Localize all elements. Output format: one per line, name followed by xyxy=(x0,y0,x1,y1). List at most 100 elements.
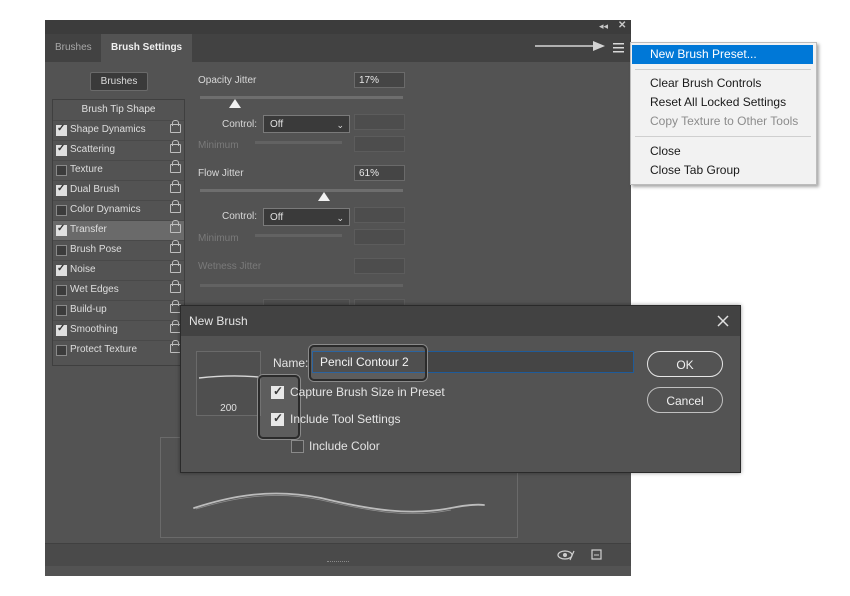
name-input-value: Pencil Contour 2 xyxy=(320,355,409,369)
list-item-label: Noise xyxy=(70,264,96,275)
lock-icon[interactable] xyxy=(170,180,181,193)
control-select-1[interactable]: Off ⌄ xyxy=(263,115,350,133)
minimum-label-2: Minimum xyxy=(198,233,239,244)
arrow-annotation-icon xyxy=(535,41,605,51)
name-label: Name: xyxy=(273,356,309,370)
lock-icon[interactable] xyxy=(170,280,181,293)
include-color-checkbox[interactable] xyxy=(291,440,304,453)
menu-item-new-brush-preset[interactable]: New Brush Preset... xyxy=(632,45,813,64)
dialog-title-bar: New Brush xyxy=(181,306,740,336)
panel-menu-icon[interactable] xyxy=(613,43,624,53)
list-item-label: Smoothing xyxy=(70,324,118,335)
list-item-checkbox[interactable] xyxy=(56,305,67,316)
close-icon[interactable] xyxy=(717,315,729,327)
panel-collapse-icon[interactable]: ◂◂ xyxy=(599,21,608,32)
flow-jitter-field[interactable]: 61% xyxy=(354,165,405,181)
brush-tip-shape-item[interactable]: Brush Tip Shape xyxy=(53,100,184,120)
list-item-checkbox[interactable] xyxy=(56,323,67,336)
flow-jitter-slider[interactable] xyxy=(200,189,403,192)
list-item-checkbox[interactable] xyxy=(56,205,67,216)
new-brush-dialog: New Brush 200 Name: Pencil Contour 2 Cap… xyxy=(180,305,741,473)
list-item-checkbox[interactable] xyxy=(56,345,67,356)
flow-jitter-label: Flow Jitter xyxy=(198,168,244,179)
list-item-checkbox[interactable] xyxy=(56,223,67,236)
control-select-2-value: Off xyxy=(270,212,284,223)
list-item[interactable]: Scattering xyxy=(53,140,184,160)
list-item-label: Build-up xyxy=(70,304,107,315)
list-item[interactable]: Transfer xyxy=(53,220,184,240)
opacity-jitter-thumb[interactable] xyxy=(228,99,241,108)
list-item-label: Dual Brush xyxy=(70,184,120,195)
tab-brush-settings[interactable]: Brush Settings xyxy=(101,34,193,62)
list-item-checkbox[interactable] xyxy=(56,123,67,136)
list-item[interactable]: Brush Pose xyxy=(53,240,184,260)
wetness-jitter-label: Wetness Jitter xyxy=(198,261,262,272)
list-item[interactable]: Noise xyxy=(53,260,184,280)
panel-close-icon[interactable]: ✕ xyxy=(618,20,626,31)
wetness-jitter-slider xyxy=(200,284,403,287)
list-item[interactable]: Dual Brush xyxy=(53,180,184,200)
ok-button[interactable]: OK xyxy=(647,351,723,377)
list-item-checkbox[interactable] xyxy=(56,245,67,256)
control-select-1-value: Off xyxy=(270,119,284,130)
tab-brushes[interactable]: Brushes xyxy=(45,34,102,62)
control-select-2[interactable]: Off ⌄ xyxy=(263,208,350,226)
brushes-button[interactable]: Brushes xyxy=(90,72,148,91)
include-tool-settings-checkbox[interactable] xyxy=(271,411,284,426)
list-item-checkbox[interactable] xyxy=(56,143,67,156)
list-item-checkbox[interactable] xyxy=(56,183,67,196)
capture-size-checkbox[interactable] xyxy=(271,384,284,399)
menu-item-copy-texture: Copy Texture to Other Tools xyxy=(650,114,799,128)
list-item[interactable]: Protect Texture xyxy=(53,340,184,360)
include-color-label: Include Color xyxy=(309,439,380,453)
brush-options-list: Brush Tip Shape Shape Dynamics Scattering… xyxy=(52,99,185,366)
opacity-jitter-label: Opacity Jitter xyxy=(198,75,257,86)
resize-grip[interactable] xyxy=(327,561,349,565)
lock-icon[interactable] xyxy=(170,240,181,253)
list-item[interactable]: Smoothing xyxy=(53,320,184,340)
list-item-checkbox[interactable] xyxy=(56,263,67,276)
list-item-label: Transfer xyxy=(70,224,107,235)
lock-icon[interactable] xyxy=(170,140,181,153)
list-item-checkbox[interactable] xyxy=(56,165,67,176)
flow-jitter-thumb[interactable] xyxy=(317,192,330,201)
list-item[interactable]: Build-up xyxy=(53,300,184,320)
lock-icon[interactable] xyxy=(170,200,181,213)
lock-icon[interactable] xyxy=(170,160,181,173)
chevron-down-icon: ⌄ xyxy=(336,120,344,130)
control-field-1 xyxy=(354,114,405,130)
lock-icon[interactable] xyxy=(170,220,181,233)
list-item-label: Texture xyxy=(70,164,103,175)
brush-size-value: 200 xyxy=(220,403,237,414)
menu-item-close-tab-group[interactable]: Close Tab Group xyxy=(632,161,813,180)
chevron-down-icon: ⌄ xyxy=(336,213,344,223)
list-item-checkbox[interactable] xyxy=(56,285,67,296)
panel-title-bar: ◂◂ ✕ xyxy=(45,20,631,34)
menu-item-clear-brush-controls[interactable]: Clear Brush Controls xyxy=(632,74,813,93)
menu-item-close[interactable]: Close xyxy=(632,142,813,161)
list-item-label: Shape Dynamics xyxy=(70,124,146,135)
new-preset-icon[interactable] xyxy=(591,549,603,561)
list-item[interactable]: Wet Edges xyxy=(53,280,184,300)
control-field-2 xyxy=(354,207,405,223)
list-item[interactable]: Color Dynamics xyxy=(53,200,184,220)
menu-separator xyxy=(635,69,811,70)
minimum-field-1 xyxy=(354,136,405,152)
menu-item-reset-locked-settings[interactable]: Reset All Locked Settings xyxy=(632,93,813,112)
list-item-label: Scattering xyxy=(70,144,116,155)
opacity-jitter-field[interactable]: 17% xyxy=(354,72,405,88)
list-item[interactable]: Texture xyxy=(53,160,184,180)
capture-size-label: Capture Brush Size in Preset xyxy=(290,385,445,399)
eye-toggle-icon[interactable] xyxy=(557,549,575,561)
lock-icon[interactable] xyxy=(170,120,181,133)
list-item[interactable]: Shape Dynamics xyxy=(53,120,184,140)
wetness-jitter-field xyxy=(354,258,405,274)
control-label-2: Control: xyxy=(222,211,258,222)
lock-icon[interactable] xyxy=(170,260,181,273)
include-tool-settings-label: Include Tool Settings xyxy=(290,412,401,426)
brush-tip-preview-icon xyxy=(198,375,259,379)
dialog-title: New Brush xyxy=(189,314,248,328)
list-item-label: Wet Edges xyxy=(70,284,119,295)
brush-thumbnail: 200 xyxy=(196,351,261,416)
cancel-button[interactable]: Cancel xyxy=(647,387,723,413)
